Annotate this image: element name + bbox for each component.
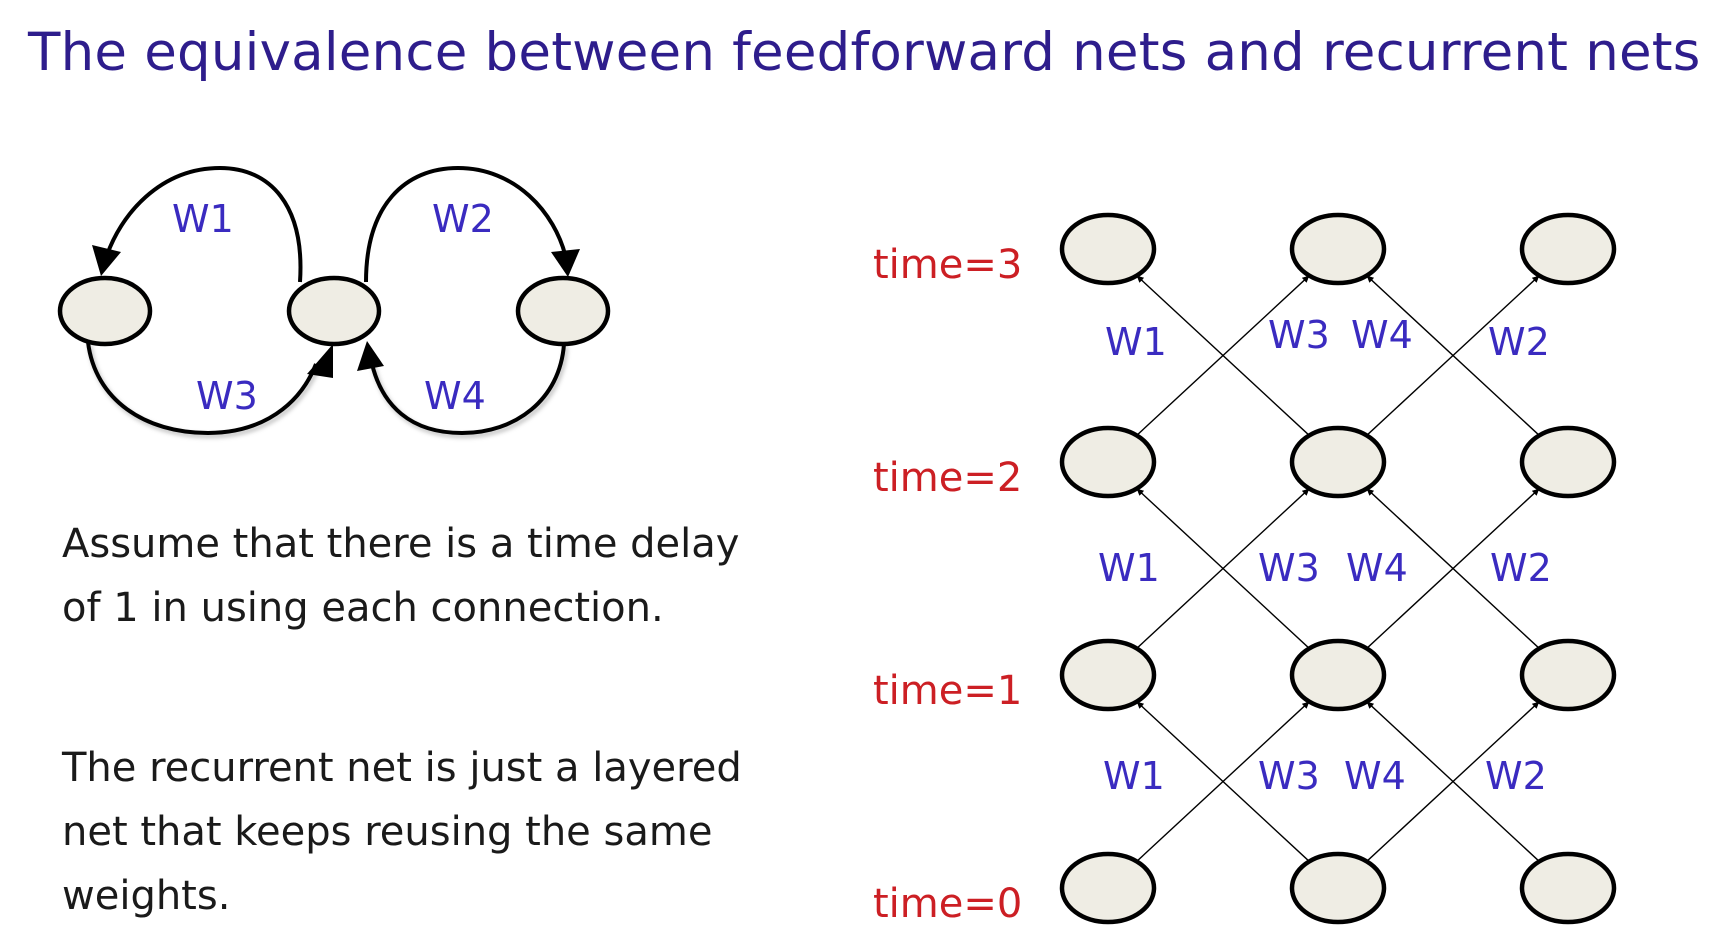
recurrent-label-w4: W4 (424, 374, 486, 418)
recurrent-node-right (515, 275, 611, 347)
layer3-label-w3: W3 (1268, 313, 1330, 357)
layer3-label-w2: W2 (1488, 320, 1550, 364)
recurrent-node-left (57, 275, 153, 347)
layer1-label-w3: W3 (1258, 754, 1320, 798)
recurrent-node-middle (286, 275, 382, 347)
layer1-label-w1: W1 (1103, 754, 1165, 798)
unrolled-node-t2-middle (1289, 425, 1387, 499)
recurrent-net-diagram: W1 W2 W3 W4 (57, 165, 611, 436)
layer2-label-w2: W2 (1490, 546, 1552, 590)
unrolled-node-t0-right (1519, 851, 1617, 925)
layer1-label-w2: W2 (1485, 754, 1547, 798)
layer3-label-w4: W4 (1351, 313, 1413, 357)
unrolled-node-t1-right (1519, 638, 1617, 712)
recurrent-arrowhead-w4 (357, 341, 384, 371)
unrolled-node-t3-left (1059, 212, 1157, 286)
recurrent-arrowhead-w3 (307, 344, 333, 378)
layer2-label-w4: W4 (1346, 546, 1408, 590)
unrolled-node-t1-middle (1289, 638, 1387, 712)
unrolled-node-t3-middle (1289, 212, 1387, 286)
recurrent-arrowhead-w2 (551, 249, 580, 277)
recurrent-label-w2: W2 (432, 197, 494, 241)
recurrent-label-w3: W3 (196, 374, 258, 418)
time-label-0: time=0 (873, 881, 1022, 927)
time-label-2: time=2 (873, 455, 1022, 501)
diagram-canvas: W1 W2 W3 W4 time=3 time=2 time=1 time=0 … (57, 165, 1617, 927)
unrolled-node-t2-right (1519, 425, 1617, 499)
layer2-label-w3: W3 (1258, 546, 1320, 590)
unrolled-net-diagram: time=3 time=2 time=1 time=0 W1 W3 W4 W2 … (873, 212, 1617, 927)
unrolled-node-t1-left (1059, 638, 1157, 712)
time-label-1: time=1 (873, 668, 1022, 714)
recurrent-arrowhead-w1 (92, 245, 121, 276)
unrolled-node-t0-left (1059, 851, 1157, 925)
unrolled-edges (1136, 275, 1540, 862)
layer1-label-w4: W4 (1344, 754, 1406, 798)
time-label-3: time=3 (873, 242, 1022, 288)
recurrent-label-w1: W1 (172, 197, 234, 241)
unrolled-node-t3-right (1519, 212, 1617, 286)
layer2-label-w1: W1 (1098, 546, 1160, 590)
unrolled-node-t0-middle (1289, 851, 1387, 925)
layer3-label-w1: W1 (1105, 320, 1167, 364)
unrolled-node-t2-left (1059, 425, 1157, 499)
